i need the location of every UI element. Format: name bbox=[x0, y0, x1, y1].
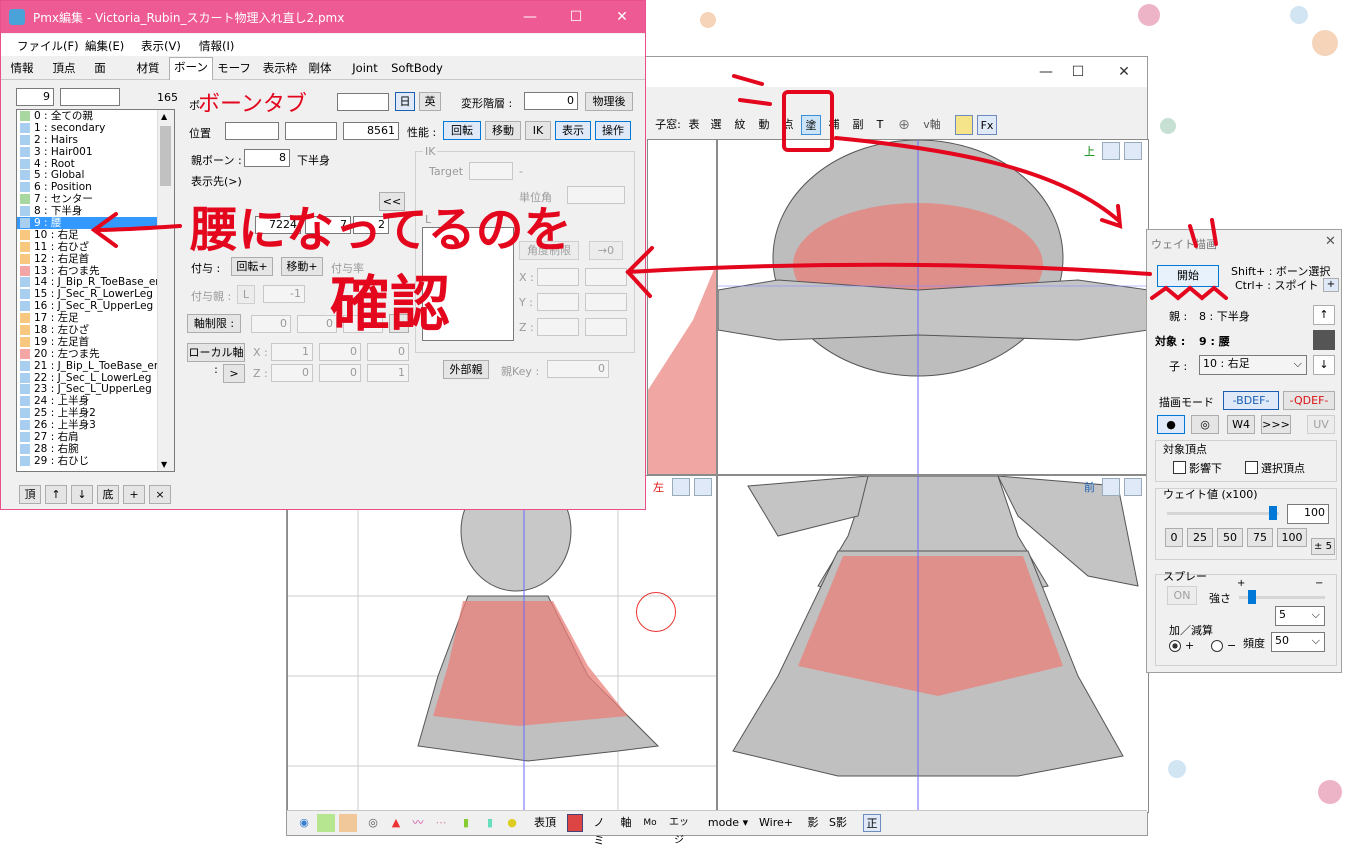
arrow-to-weight-panel bbox=[834, 136, 1120, 222]
confirm-annotation-line2: 確認 bbox=[330, 270, 450, 340]
emphasis-stroke bbox=[1188, 224, 1198, 248]
emphasis-stroke bbox=[732, 74, 764, 86]
paint-button-highlight-box bbox=[782, 90, 834, 152]
arrow-to-bone-row bbox=[94, 224, 182, 232]
emphasis-stroke bbox=[738, 98, 772, 106]
annotation-overlay bbox=[90, 74, 1228, 301]
confirm-annotation-line1: 腰になってるのを bbox=[190, 202, 572, 258]
underline-start-button bbox=[1150, 285, 1228, 301]
bone-tab-annotation: ボーンタブ bbox=[198, 92, 307, 117]
arrow-to-bone-panel bbox=[626, 262, 1152, 276]
emphasis-stroke bbox=[1210, 218, 1218, 246]
